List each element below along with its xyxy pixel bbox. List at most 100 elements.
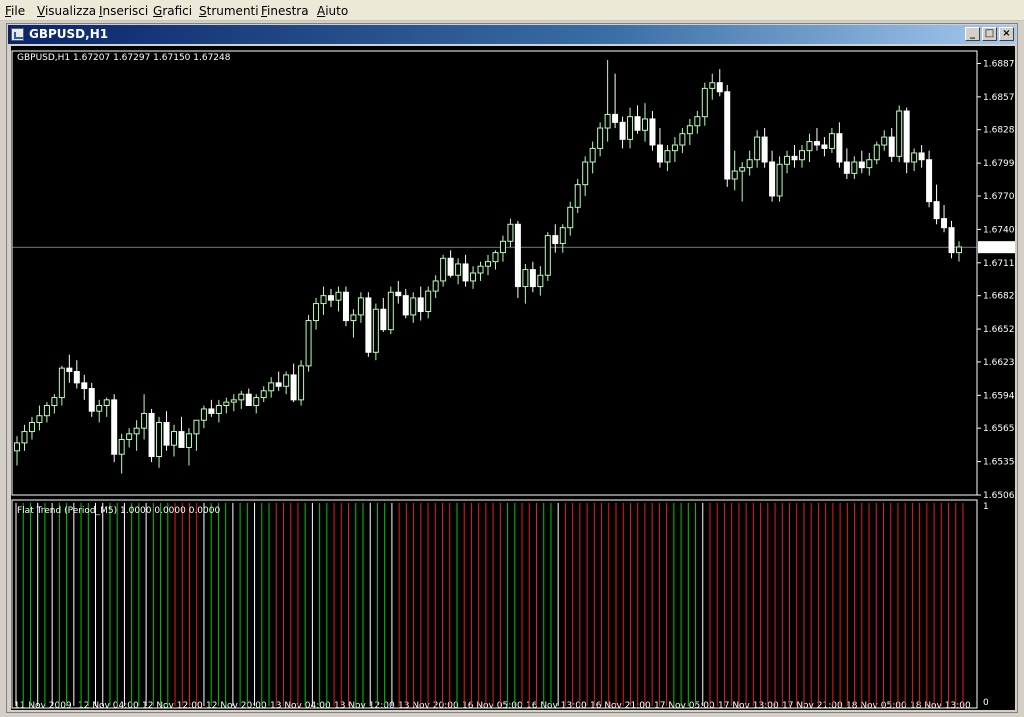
bull-candle-body (103, 399, 110, 407)
bull-candle-body (171, 431, 177, 446)
y-tick-label: 1.65355 (983, 458, 1015, 468)
menu-mnemonic: F (5, 4, 12, 18)
restore-icon[interactable]: □ (982, 27, 997, 41)
bear-candle-body (148, 412, 155, 457)
bull-candle-body (14, 442, 20, 452)
menu-strumenti[interactable]: Strumenti (199, 4, 259, 18)
bull-candle-body (956, 246, 962, 254)
bull-candle-body (28, 422, 35, 433)
indicator-y-tick-label: 0 (983, 698, 989, 708)
menu-file[interactable]: File (5, 4, 25, 18)
bull-candle-body (828, 133, 835, 149)
bear-candle-body (933, 201, 940, 220)
x-tick-label: 17 Nov 13:00 (718, 701, 779, 710)
bull-candle-body (746, 159, 753, 169)
bull-candle-body (440, 257, 447, 282)
bull-candle-body (141, 412, 148, 429)
bull-candle-body (664, 150, 671, 163)
y-tick-label: 1.67110 (983, 259, 1015, 269)
bear-candle-body (791, 155, 798, 161)
menu-mnemonic: S (199, 4, 207, 18)
bull-candle-body (477, 265, 484, 274)
bull-candle-body (731, 170, 738, 180)
bull-candle-body (784, 155, 791, 165)
menu-inserisci[interactable]: Inserisci (99, 4, 148, 18)
bull-candle-body (372, 308, 379, 353)
bear-candle-body (649, 118, 656, 146)
window-titlebar[interactable]: GBPUSD,H1 _ □ × (8, 25, 1016, 44)
bull-candle-body (574, 184, 581, 208)
bull-candle-body (537, 274, 544, 288)
bull-candle-body (799, 150, 805, 161)
bear-candle-body (888, 136, 895, 157)
bear-candle-body (903, 110, 910, 163)
bull-candle-body (896, 110, 903, 157)
bull-candle-body (806, 141, 813, 152)
bear-candle-body (813, 141, 820, 146)
menu-finestra[interactable]: Finestra (261, 4, 309, 18)
bull-candle-body (96, 405, 103, 412)
bull-candle-body (686, 125, 693, 135)
menu-bar: File Visualizza Inserisci Grafici Strume… (0, 0, 1024, 21)
bull-candle-body (43, 405, 50, 417)
bull-candle-body (200, 408, 207, 421)
bull-candle-body (589, 147, 596, 163)
bull-candle-body (694, 116, 701, 127)
bear-candle-body (634, 116, 641, 131)
current-price-label: 1.67248 (981, 243, 1015, 253)
menu-mnemonic: F (261, 4, 268, 18)
bull-candle-body (499, 240, 506, 254)
bull-candle-body (410, 297, 417, 316)
bull-candle-body (58, 367, 65, 399)
bull-candle-body (268, 382, 275, 392)
bull-candle-body (544, 235, 551, 276)
bear-candle-body (716, 82, 723, 93)
bull-candle-body (754, 136, 761, 161)
bear-candle-body (836, 133, 843, 163)
bear-candle-body (417, 297, 424, 313)
bull-candle-body (118, 439, 125, 455)
chart-area[interactable]: 1.68870 1.68575 1.68285 1.67990 1.67700 1.674… (11, 46, 1015, 710)
chart-window-icon (11, 28, 24, 41)
bear-candle-body (365, 297, 372, 353)
menu-grafici[interactable]: Grafici (153, 4, 192, 18)
bull-candle-body (582, 161, 589, 186)
bear-candle-body (724, 91, 731, 180)
bear-candle-body (290, 374, 297, 401)
bear-candle-body (462, 263, 469, 282)
bull-candle-body (522, 269, 529, 288)
close-icon[interactable]: × (999, 27, 1014, 41)
bear-candle-body (163, 422, 170, 446)
bull-candle-body (298, 365, 305, 401)
chart-canvas[interactable]: 1.68870 1.68575 1.68285 1.67990 1.67700 1.674… (11, 46, 1015, 710)
x-tick-label: 17 Nov 05:00 (654, 701, 715, 710)
bull-candle-body (156, 422, 163, 457)
bull-candle-body (671, 144, 678, 152)
minimize-icon[interactable]: _ (965, 27, 980, 41)
menu-visualizza[interactable]: Visualizza (37, 4, 96, 18)
bull-candle-body (597, 127, 604, 149)
bull-candle-body (642, 118, 648, 131)
y-tick-label: 1.65060 (983, 491, 1015, 501)
bull-candle-body (260, 390, 267, 399)
bear-candle-body (342, 291, 349, 322)
bull-candle-body (36, 415, 43, 424)
bull-candle-body (425, 290, 432, 313)
bear-candle-body (926, 159, 933, 203)
bull-candle-body (320, 295, 327, 305)
y-tick-label: 1.65650 (983, 424, 1015, 434)
bull-candle-body (851, 161, 858, 174)
bull-candle-body (776, 163, 783, 197)
x-tick-label: 12 Nov 20:00 (206, 701, 267, 710)
bear-candle-body (821, 144, 828, 149)
bull-candle-body (911, 152, 918, 163)
menu-aiuto[interactable]: Aiuto (317, 4, 348, 18)
bull-candle-body (455, 263, 462, 276)
bull-candle-body (253, 397, 260, 407)
y-tick-label: 1.68285 (983, 126, 1015, 136)
bull-candle-body (223, 401, 230, 407)
bull-candle-body (866, 159, 873, 169)
x-tick-label: 17 Nov 21:00 (782, 701, 843, 710)
bull-candle-body (313, 303, 320, 322)
y-tick-label: 1.65940 (983, 391, 1015, 401)
